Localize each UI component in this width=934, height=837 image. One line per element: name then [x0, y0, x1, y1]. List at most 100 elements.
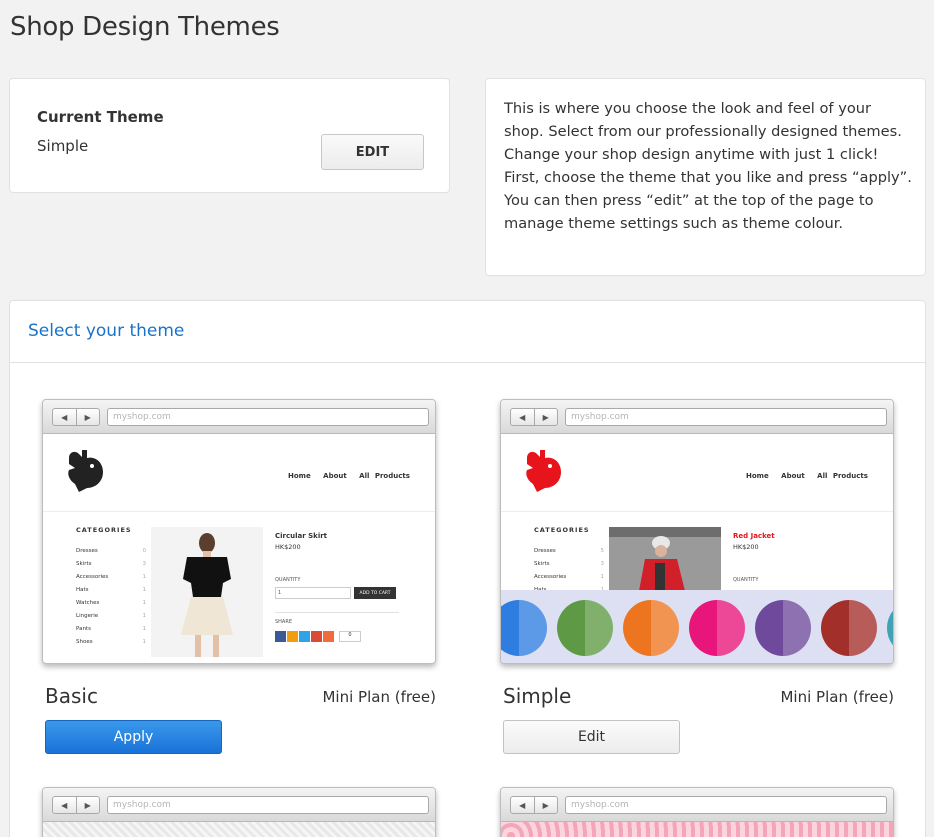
facebook-icon: [275, 631, 286, 642]
share-count: 0: [339, 631, 361, 642]
category-row: Shoes 1: [76, 639, 146, 645]
quantity-label: QUANTITY: [733, 577, 759, 583]
theme-card-partial-1: ◀ ▶ myshop.com: [42, 787, 436, 837]
url-bar: myshop.com: [565, 796, 887, 814]
quantity-select: 1: [275, 587, 351, 599]
nav-about: About: [781, 472, 805, 480]
categories-title: CATEGORIES: [76, 526, 132, 534]
back-arrow-icon: ◀: [53, 797, 77, 813]
share-icons: 0: [275, 631, 399, 642]
product-info: Red Jacket HK$200 QUANTITY: [733, 532, 857, 583]
product-name: Circular Skirt: [275, 532, 328, 540]
product-name: Red Jacket: [733, 532, 775, 540]
colour-swatch-dark-red: [821, 599, 877, 656]
weibo-icon: [287, 631, 298, 642]
colour-swatch-teal: [887, 599, 893, 656]
select-theme-panel: Select your theme ◀ ▶ myshop.com Home Ab…: [9, 300, 926, 837]
url-bar: myshop.com: [107, 796, 429, 814]
model-illustration: [181, 533, 233, 657]
share-label: SHARE: [275, 612, 399, 625]
forward-arrow-icon: ▶: [84, 800, 91, 810]
url-bar: myshop.com: [107, 408, 429, 426]
category-row: Accessories 1: [76, 574, 146, 580]
browser-nav-buttons: ◀ ▶: [52, 408, 100, 426]
colour-swatch-green: [557, 599, 613, 656]
theme-preview-partial-2[interactable]: ◀ ▶ myshop.com: [500, 787, 894, 837]
back-arrow-icon: ◀: [511, 409, 535, 425]
theme-card-partial-2: ◀ ▶ myshop.com: [500, 787, 894, 837]
site-header: Home About All Products: [43, 434, 435, 512]
grey-pattern-header: [43, 822, 435, 837]
model-illustration: [609, 527, 721, 591]
product-image: [609, 527, 721, 591]
theme-plan-basic: Mini Plan (free): [322, 688, 436, 706]
back-arrow-icon: ◀: [53, 409, 77, 425]
category-row: Watches 1: [76, 600, 146, 606]
categories-title: CATEGORIES: [534, 526, 590, 534]
current-theme-label: Current Theme: [37, 108, 164, 126]
nav-all-products: All Products: [359, 472, 410, 480]
browser-bar: ◀ ▶ myshop.com: [43, 788, 435, 822]
browser-nav-buttons: ◀ ▶: [510, 408, 558, 426]
forward-arrow-icon: ▶: [542, 412, 549, 422]
product-price: HK$200: [275, 543, 301, 551]
site-nav: Home About All Products: [746, 472, 875, 480]
theme-card-simple: ◀ ▶ myshop.com Home About All Products C…: [500, 399, 894, 759]
category-row: Hats1: [76, 587, 146, 593]
select-theme-header: Select your theme: [10, 301, 925, 363]
categories-block: CATEGORIES Dresses 0 Skirts 3 Accessories 1…: [76, 526, 146, 652]
product-price: HK$200: [733, 543, 759, 551]
browser-bar: ◀ ▶ myshop.com: [43, 400, 435, 434]
site-nav: Home About All Products: [288, 472, 417, 480]
category-row: Dresses 5: [534, 548, 604, 554]
theme-preview-simple[interactable]: ◀ ▶ myshop.com Home About All Products C…: [500, 399, 894, 664]
page-title: Shop Design Themes: [10, 12, 280, 42]
google-plus-icon: [311, 631, 322, 642]
forward-arrow-icon: ▶: [542, 800, 549, 810]
category-row: Skirts 3: [76, 561, 146, 567]
theme-preview-basic[interactable]: ◀ ▶ myshop.com Home About All Products C…: [42, 399, 436, 664]
product-image: [151, 527, 263, 657]
edit-simple-button[interactable]: Edit: [503, 720, 680, 754]
forward-arrow-icon: ▶: [84, 412, 91, 422]
category-row: Accessories 1: [534, 574, 604, 580]
nav-home: Home: [746, 472, 769, 480]
category-row: Lingerie 1: [76, 613, 146, 619]
twitter-icon: [299, 631, 310, 642]
current-theme-name: Simple: [37, 137, 89, 155]
site-header: Home About All Products: [501, 434, 893, 512]
edit-current-theme-button[interactable]: EDIT: [321, 134, 424, 170]
theme-card-basic: ◀ ▶ myshop.com Home About All Products C…: [42, 399, 436, 759]
back-arrow-icon: ◀: [511, 797, 535, 813]
colour-swatch-purple: [755, 599, 811, 656]
info-text: This is where you choose the look and fe…: [504, 100, 912, 232]
category-row: Pants 1: [76, 626, 146, 632]
category-row: Dresses 0: [76, 548, 146, 554]
browser-nav-buttons: ◀ ▶: [510, 796, 558, 814]
colour-swatch-orange: [623, 599, 679, 656]
colour-swatch-pink: [689, 599, 745, 656]
info-panel: This is where you choose the look and fe…: [485, 78, 926, 276]
category-row: Skirts 3: [534, 561, 604, 567]
add-share-icon: [323, 631, 334, 642]
nav-home: Home: [288, 472, 311, 480]
nav-about: About: [323, 472, 347, 480]
pink-pattern-header: [501, 822, 893, 837]
rabbit-logo-icon: [526, 450, 561, 492]
apply-basic-button[interactable]: Apply: [45, 720, 222, 754]
add-to-cart-button: ADD TO CART: [354, 587, 396, 599]
url-bar: myshop.com: [565, 408, 887, 426]
browser-bar: ◀ ▶ myshop.com: [501, 400, 893, 434]
select-theme-title: Select your theme: [28, 321, 185, 341]
nav-all-products: All Products: [817, 472, 868, 480]
theme-colour-swatches: [501, 590, 893, 663]
quantity-row: 1 ADD TO CART: [275, 587, 399, 599]
theme-name-basic: Basic: [45, 684, 98, 708]
categories-block: CATEGORIES Dresses 5 Skirts 3 Accessories 1…: [534, 526, 604, 600]
theme-name-simple: Simple: [503, 684, 572, 708]
theme-preview-partial-1[interactable]: ◀ ▶ myshop.com: [42, 787, 436, 837]
theme-plan-simple: Mini Plan (free): [780, 688, 894, 706]
rabbit-logo-icon: [68, 450, 103, 492]
colour-swatch-blue: [501, 599, 547, 656]
product-info: Circular Skirt HK$200 QUANTITY 1 ADD TO …: [275, 532, 399, 642]
